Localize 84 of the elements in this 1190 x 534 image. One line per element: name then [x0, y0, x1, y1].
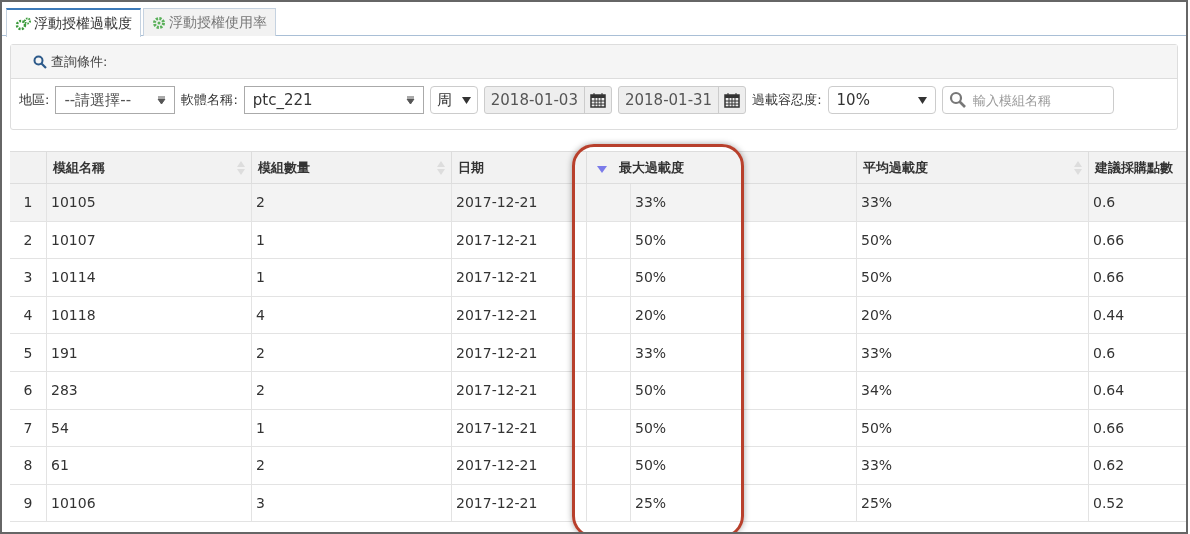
row-number: 9 [22, 494, 34, 514]
table-cell: 20% [856, 296, 1088, 334]
table-row[interactable]: 9 10106 3 2017-12-21 25% 25% 0.52 [10, 484, 1186, 523]
software-dropdown[interactable]: ptc_221 [243, 86, 424, 114]
row-number: 7 [22, 418, 34, 438]
row-number: 2 [22, 230, 34, 250]
table-cell: 4 [251, 296, 451, 334]
search-icon [948, 91, 967, 109]
table-cell: 50% [856, 409, 1088, 447]
table-cell: 10114 [46, 259, 251, 296]
gears-icon [15, 16, 31, 31]
table-cell: 10106 [46, 484, 251, 522]
table-cell: 54 [46, 409, 251, 447]
table-row[interactable]: 6 283 2 2017-12-21 50% 34% 0.64 [10, 371, 1186, 410]
gear-icon [152, 15, 166, 30]
tolerance-dropdown[interactable]: 10% [827, 86, 936, 114]
tab[interactable]: 浮動授權使用率 [143, 8, 276, 36]
row-number: 3 [22, 268, 34, 288]
date-field[interactable]: 2018-01-03 [483, 86, 612, 114]
row-number: 8 [22, 456, 34, 476]
table-cell: 2 [251, 371, 451, 409]
row-number: 6 [22, 381, 34, 401]
table-row[interactable]: 3 10114 1 2017-12-21 50% 50% 0.66 [10, 259, 1186, 297]
table-cell: 0.66 [1088, 221, 1186, 259]
caret-icon [461, 96, 471, 104]
table-row[interactable]: 8 61 2 2017-12-21 50% 33% 0.62 [10, 447, 1186, 485]
table-cell: 1 [251, 259, 451, 296]
table-row[interactable]: 2 10107 1 2017-12-21 50% 50% 0.66 [10, 221, 1186, 260]
table-cell: 0.64 [1088, 371, 1186, 409]
row-number: 1 [22, 193, 34, 213]
sort-descending-icon [597, 166, 607, 173]
field-label: 軟體名稱: [181, 91, 238, 109]
table-row[interactable]: 4 10118 4 2017-12-21 20% 20% 0.44 [10, 296, 1186, 335]
table-cell: 33% [856, 447, 1088, 484]
table-cell: 283 [46, 371, 251, 409]
column-header[interactable]: 平均過載度 [856, 152, 1088, 183]
calendar-icon [589, 92, 606, 108]
table-cell: 2 [251, 184, 451, 221]
table-cell: 191 [46, 334, 251, 371]
column-header[interactable]: 建議採購點數 [1088, 152, 1186, 183]
date-field[interactable]: 2018-01-31 [617, 86, 747, 114]
table-row[interactable]: 1 10105 2 2017-12-21 33% 33% 0.6 [10, 184, 1186, 222]
row-number: 5 [22, 343, 34, 363]
table-cell: 1 [251, 409, 451, 447]
table-cell: 2 [251, 447, 451, 484]
table-cell: 3 [251, 484, 451, 522]
caret-icon [157, 95, 167, 105]
column-header[interactable]: 日期 [451, 152, 586, 183]
table-cell: 10107 [46, 221, 251, 259]
table-cell: 50% [856, 221, 1088, 259]
tab[interactable]: 浮動授權過載度 [6, 8, 141, 37]
table-cell: 1 [251, 221, 451, 259]
table-cell: 10118 [46, 296, 251, 334]
table-cell: 33% [856, 334, 1088, 371]
table-cell: 10105 [46, 184, 251, 221]
table-cell: 61 [46, 447, 251, 484]
column-header[interactable]: 模組數量 [251, 152, 451, 183]
table-cell: 50% [856, 259, 1088, 296]
table-cell: 2 [251, 334, 451, 371]
table-cell: 33% [856, 184, 1088, 221]
calendar-icon [724, 92, 741, 108]
table-row[interactable]: 5 191 2 2017-12-21 33% 33% 0.6 [10, 334, 1186, 372]
panel-title: 查詢條件: [51, 52, 108, 71]
table-cell: 34% [856, 371, 1088, 409]
row-number: 4 [22, 306, 34, 326]
column-header[interactable]: 最大過載度 [586, 152, 856, 183]
table-cell: 0.66 [1088, 409, 1186, 447]
table-cell: 0.6 [1088, 184, 1186, 221]
region-dropdown[interactable]: --請選擇-- [55, 86, 176, 114]
table-cell: 0.44 [1088, 296, 1186, 334]
field-label: 過載容忍度: [752, 91, 822, 109]
table-row[interactable]: 7 54 1 2017-12-21 50% 50% 0.66 [10, 409, 1186, 448]
search-icon [33, 54, 47, 69]
search-field[interactable]: 輸入模組名稱 [941, 86, 1114, 114]
table-cell: 25% [856, 484, 1088, 522]
table-cell: 0.52 [1088, 484, 1186, 522]
table-cell: 0.62 [1088, 447, 1186, 484]
period-dropdown[interactable]: 周 [429, 86, 478, 114]
caret-icon [917, 96, 927, 104]
column-header[interactable]: 模組名稱 [46, 152, 251, 183]
table-cell: 0.6 [1088, 334, 1186, 371]
table-cell: 0.66 [1088, 259, 1186, 296]
caret-icon [405, 95, 415, 105]
field-label: 地區: [19, 91, 50, 109]
